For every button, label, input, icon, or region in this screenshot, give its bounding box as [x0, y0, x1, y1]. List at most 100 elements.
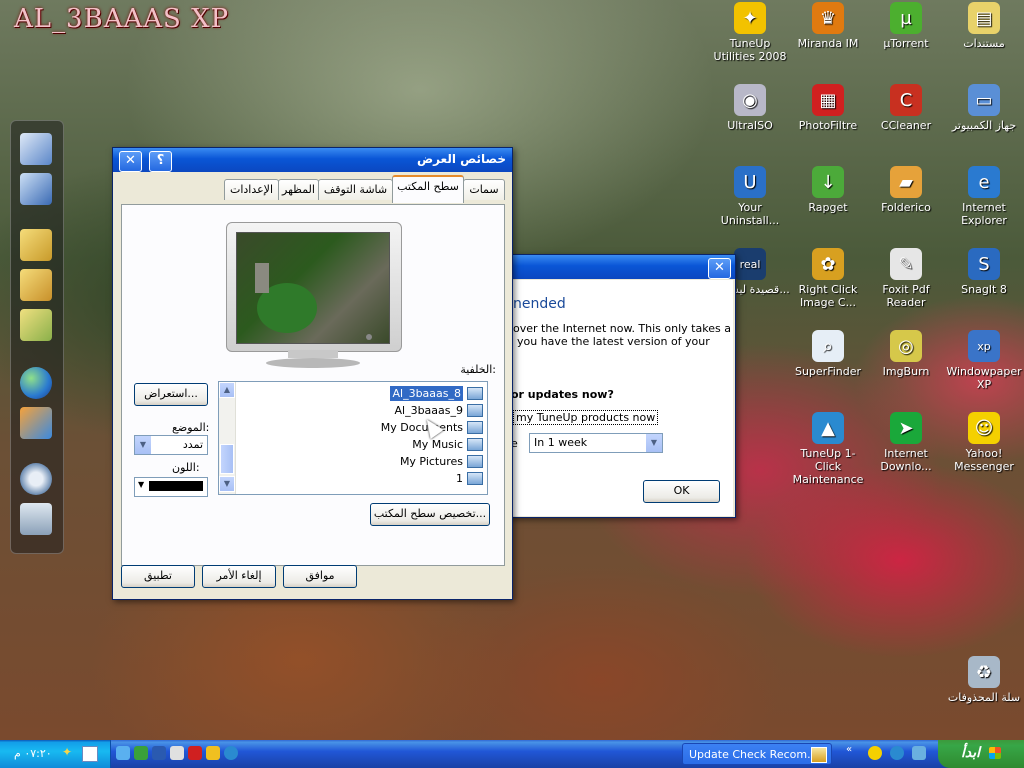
desktop-shortcut[interactable]: ◎ ImgBurn [866, 330, 946, 378]
list-item[interactable]: 1 [456, 471, 483, 486]
desktop-logo-text: AL_3BAAAS XP [14, 4, 230, 34]
quicklaunch-icon[interactable] [224, 746, 238, 760]
list-item-label: Al_3baaas_8 [390, 386, 463, 401]
desktop-shortcut-label: Your Uninstall... [720, 201, 780, 227]
chevron-down-icon[interactable]: ▼ [135, 436, 151, 454]
folder-icon[interactable] [20, 309, 52, 341]
my-computer-icon: ▭ [968, 84, 1000, 116]
ok-button[interactable]: OK [643, 480, 720, 503]
desktop-shortcut[interactable]: ✦ TuneUp Utilities 2008 [710, 2, 790, 63]
dialog-body: سمات سطح المكتب شاشة التوقف المظهر الإعد… [113, 173, 510, 597]
network-icon[interactable] [20, 173, 52, 205]
quicklaunch-icon[interactable] [170, 746, 184, 760]
image-file-icon [467, 421, 483, 434]
desktop-shortcut[interactable]: ↓ Rapget [788, 166, 868, 214]
quicklaunch-icon[interactable] [134, 746, 148, 760]
settings-icon[interactable] [20, 463, 52, 495]
list-item[interactable]: My Pictures [400, 454, 483, 469]
display-tray-icon[interactable] [912, 746, 926, 760]
star-icon[interactable]: ✦ [62, 746, 74, 758]
desktop-shortcut[interactable]: e Internet Explorer [944, 166, 1024, 227]
tab-screensaver[interactable]: شاشة التوقف [318, 179, 393, 200]
media-player-icon[interactable] [20, 407, 52, 439]
desktop-shortcut-label: Rapget [808, 201, 848, 214]
apply-button[interactable]: تطبيق [121, 565, 195, 588]
cancel-button[interactable]: إلغاء الأمر [202, 565, 276, 588]
side-dock [10, 120, 64, 554]
desktop-shortcut[interactable]: U Your Uninstall... [710, 166, 790, 227]
tuneup-1click-icon: ▲ [812, 412, 844, 444]
miranda-icon: ♛ [812, 2, 844, 34]
realplayer-icon: real [734, 248, 766, 280]
chevron-icon[interactable]: « [846, 744, 852, 755]
tab-appearance[interactable]: المظهر [278, 179, 319, 200]
globe-icon[interactable] [20, 367, 52, 399]
close-button[interactable]: ✕ [708, 258, 731, 279]
desktop-shortcut[interactable]: ⌕ SuperFinder [788, 330, 868, 378]
help-button[interactable]: ؟ [149, 151, 172, 172]
desktop-shortcut[interactable]: C CCleaner [866, 84, 946, 132]
list-item[interactable]: My Music [412, 437, 483, 452]
desktop-shortcut[interactable]: ▤ مستندات [944, 2, 1024, 50]
background-list[interactable]: ▲ ▼ Al_3baaas_8 Al_3baaas_9 My Documents My… [218, 381, 488, 495]
folder-icon[interactable] [20, 269, 52, 301]
desktop-shortcut[interactable]: ✎ Foxit Pdf Reader [866, 248, 946, 309]
tuneup-heading: nended [513, 296, 566, 312]
desktop-shortcut[interactable]: ✿ Right Click Image C... [788, 248, 868, 309]
quicklaunch-icon[interactable] [152, 746, 166, 760]
rapget-icon: ↓ [812, 166, 844, 198]
list-scrollbar[interactable]: ▲ ▼ [219, 382, 236, 494]
calendar-icon[interactable] [82, 746, 98, 762]
tab-settings[interactable]: الإعدادات [224, 179, 279, 200]
folderico-icon: ▰ [890, 166, 922, 198]
position-value: تمدد [182, 438, 203, 451]
scroll-down-arrow[interactable]: ▼ [219, 476, 235, 492]
check-now-option[interactable]: my TuneUp products now [513, 410, 659, 425]
list-item[interactable]: Al_3baaas_9 [394, 403, 483, 418]
ok-button[interactable]: موافق [283, 565, 357, 588]
desktop-shortcut[interactable]: ▭ جهاز الكمبيوتر [944, 84, 1024, 132]
list-item-label: 1 [456, 472, 463, 485]
foxit-reader-icon: ✎ [890, 248, 922, 280]
yahoo-messenger-icon: ☺ [968, 412, 1000, 444]
tab-themes[interactable]: سمات [463, 179, 505, 200]
desktop-shortcut[interactable]: ♛ Miranda IM [788, 2, 868, 50]
reminder-select[interactable]: In 1 week ▼ [529, 433, 663, 453]
my-computer-icon[interactable] [20, 133, 52, 165]
desktop-shortcut[interactable]: ▰ Folderico [866, 166, 946, 214]
start-button[interactable]: ابدأ [938, 740, 1024, 768]
color-picker[interactable]: ▼ [134, 477, 208, 497]
desktop-shortcut[interactable]: ▲ TuneUp 1-Click Maintenance [788, 412, 868, 486]
desktop-shortcut[interactable]: ♻ سلة المحذوفات [944, 656, 1024, 704]
desktop-shortcut[interactable]: ◉ UltraISO [710, 84, 790, 132]
taskbar: ٠٧:٢٠ م ✦ Update Check Recom... « ابدأ [0, 740, 1024, 768]
quicklaunch-icon[interactable] [188, 746, 202, 760]
desktop-shortcut-label: CCleaner [880, 119, 932, 132]
quicklaunch-icon[interactable] [206, 746, 220, 760]
desktop-shortcut-label: UltraISO [727, 119, 773, 132]
desktop-shortcut[interactable]: µ µTorrent [866, 2, 946, 50]
tuneup-titlebar: ✕ [509, 255, 735, 279]
browse-button[interactable]: استعراض... [134, 383, 208, 406]
taskbar-button-update-check[interactable]: Update Check Recom... [682, 743, 832, 765]
customize-desktop-button[interactable]: تخصيص سطح المكتب... [370, 503, 490, 526]
scroll-thumb[interactable] [220, 444, 234, 474]
ultraiso-icon: ◉ [734, 84, 766, 116]
position-select[interactable]: ▼ تمدد [134, 435, 208, 455]
recycle-bin-icon[interactable] [20, 503, 52, 535]
desktop-shortcut[interactable]: xp Windowpaper XP [944, 330, 1024, 391]
desktop-shortcut[interactable]: ☺ Yahoo! Messenger [944, 412, 1024, 473]
tab-desktop[interactable]: سطح المكتب [392, 175, 464, 203]
yahoo-tray-icon[interactable] [868, 746, 882, 760]
list-item[interactable]: Al_3baaas_8 [390, 386, 483, 401]
close-button[interactable]: ✕ [119, 151, 142, 172]
folder-icon[interactable] [20, 229, 52, 261]
show-desktop-icon[interactable] [116, 746, 130, 760]
scroll-up-arrow[interactable]: ▲ [219, 382, 235, 398]
desktop-shortcut[interactable]: S SnagIt 8 [944, 248, 1024, 296]
imgburn-icon: ◎ [890, 330, 922, 362]
network-tray-icon[interactable] [890, 746, 904, 760]
desktop-shortcut[interactable]: ▦ PhotoFiltre [788, 84, 868, 132]
desktop-shortcut[interactable]: ➤ Internet Downlo... [866, 412, 946, 473]
chevron-down-icon[interactable]: ▼ [646, 434, 662, 452]
